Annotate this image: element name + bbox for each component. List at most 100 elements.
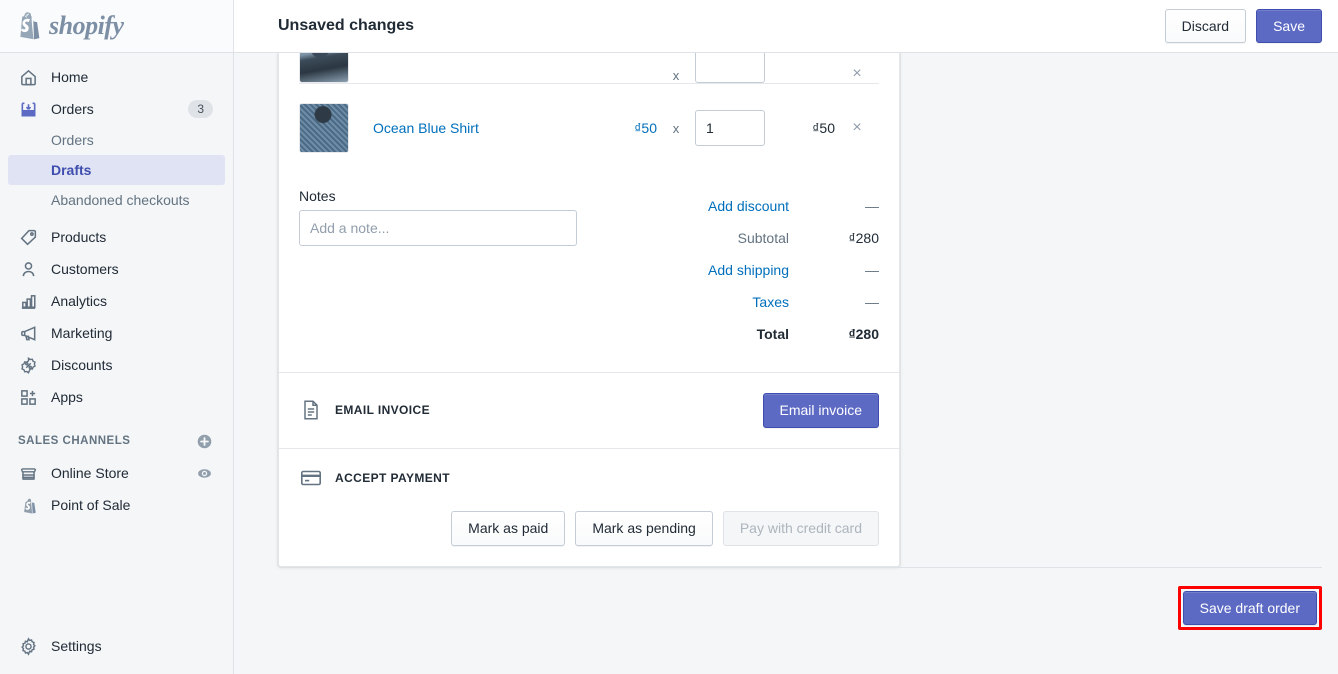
line-item-quantity-field[interactable] <box>695 53 765 83</box>
subtotal-label: Subtotal <box>737 230 789 246</box>
taxes-value: — <box>865 294 879 310</box>
line-item-multiply-symbol: x <box>672 120 680 136</box>
accept-payment-title: ACCEPT PAYMENT <box>335 470 450 485</box>
sidebar-item-orders[interactable]: Orders 3 <box>8 93 225 125</box>
notes-and-totals: Notes Add discount — Subtotal ₫280 <box>279 172 899 372</box>
totals-row-add-discount: Add discount — <box>599 190 879 222</box>
totals-row-taxes: Taxes — <box>599 286 879 318</box>
sales-channels-title: SALES CHANNELS <box>18 435 131 447</box>
sidebar-item-analytics[interactable]: Analytics <box>8 285 225 317</box>
mark-as-paid-button[interactable]: Mark as paid <box>451 510 566 546</box>
sales-channels-header: SALES CHANNELS <box>8 427 225 455</box>
content-scroll-region[interactable]: x × Ocean Blue Shirt ₫50 x 1 ₫50 × Notes… <box>234 53 1338 674</box>
shipping-value: — <box>865 262 879 278</box>
sidebar-subitem-label: Drafts <box>51 162 92 178</box>
shopify-admin-window: shopify Home Orders 3 Orders Drafts Aban… <box>0 0 1338 674</box>
totals-row-total: Total ₫280 <box>599 318 879 350</box>
email-invoice-button[interactable]: Email invoice <box>762 393 879 428</box>
taxes-link[interactable]: Taxes <box>599 294 813 310</box>
line-item-name[interactable]: Ocean Blue Shirt <box>349 120 593 136</box>
analytics-bars-icon <box>18 291 38 311</box>
contextual-save-bar: Unsaved changes Discard Save <box>234 0 1338 53</box>
sidebar-subitem-abandoned-checkouts[interactable]: Abandoned checkouts <box>8 185 225 215</box>
shopify-bag-icon <box>13 11 41 41</box>
subtotal-value: ₫280 <box>848 230 879 246</box>
sidebar-item-label: Products <box>51 229 107 245</box>
line-item-quantity-field[interactable] <box>695 110 765 146</box>
sidebar-item-products[interactable]: Products <box>8 221 225 253</box>
note-input[interactable] <box>299 210 577 246</box>
product-thumbnail <box>299 53 349 83</box>
shopify-logo[interactable]: shopify <box>13 11 124 41</box>
sidebar-item-apps[interactable]: Apps <box>8 381 225 413</box>
sidebar: shopify Home Orders 3 Orders Drafts Aban… <box>0 0 234 674</box>
close-icon[interactable]: × <box>835 119 879 137</box>
close-icon[interactable]: × <box>835 65 879 83</box>
quantity-input[interactable] <box>695 53 765 83</box>
apps-grid-icon <box>18 387 38 407</box>
sidebar-item-label: Apps <box>51 389 83 405</box>
sidebar-nav: Home Orders 3 Orders Drafts Abandoned ch… <box>0 53 233 630</box>
discounts-percent-icon <box>18 355 38 375</box>
sidebar-item-customers[interactable]: Customers <box>8 253 225 285</box>
add-discount-link[interactable]: Add discount <box>599 198 813 214</box>
sidebar-item-point-of-sale[interactable]: Point of Sale <box>8 489 225 521</box>
sidebar-item-label: Online Store <box>51 465 129 481</box>
main-area: Unsaved changes Discard Save x × Ocean B… <box>234 0 1338 674</box>
eye-icon[interactable] <box>196 465 213 482</box>
page-title: Unsaved changes <box>278 17 415 34</box>
orders-inbox-icon <box>18 99 38 119</box>
totals-row-subtotal: Subtotal ₫280 <box>599 222 879 254</box>
discount-value: — <box>865 198 879 214</box>
mark-as-pending-button[interactable]: Mark as pending <box>575 510 713 546</box>
topbar-actions: Discard Save <box>1164 8 1322 44</box>
sidebar-item-online-store[interactable]: Online Store <box>8 457 225 489</box>
products-tag-icon <box>18 227 38 247</box>
sidebar-item-label: Customers <box>51 261 119 277</box>
sidebar-item-label: Analytics <box>51 293 108 309</box>
notes-label: Notes <box>299 188 336 204</box>
line-item-multiply-symbol: x <box>672 68 680 83</box>
notes-section: Notes <box>299 188 599 350</box>
accept-payment-header: ACCEPT PAYMENT <box>299 469 879 487</box>
line-item-total: ₫50 <box>812 120 835 136</box>
product-thumbnail <box>299 103 349 153</box>
store-icon <box>18 463 38 483</box>
total-value: ₫280 <box>848 326 879 342</box>
draft-order-card: x × Ocean Blue Shirt ₫50 x 1 ₫50 × Notes… <box>278 53 900 567</box>
sidebar-item-label: Discounts <box>51 357 113 373</box>
sidebar-item-label: Orders <box>51 101 94 117</box>
table-row: Ocean Blue Shirt ₫50 x ₫50 × <box>279 84 899 172</box>
sidebar-subitem-drafts[interactable]: Drafts <box>8 155 225 185</box>
plus-circle-icon[interactable] <box>196 433 213 450</box>
save-button[interactable]: Save <box>1256 8 1322 44</box>
customers-person-icon <box>18 259 38 279</box>
sidebar-subitem-label: Abandoned checkouts <box>51 192 190 208</box>
discard-button[interactable]: Discard <box>1164 8 1247 44</box>
save-draft-order-button[interactable]: Save draft order <box>1182 590 1317 626</box>
order-totals: Add discount — Subtotal ₫280 Add shippin… <box>599 188 879 350</box>
line-item-price[interactable]: ₫50 <box>593 120 657 136</box>
sidebar-item-marketing[interactable]: Marketing <box>8 317 225 349</box>
sidebar-item-settings[interactable]: Settings <box>8 630 225 662</box>
sidebar-subitem-label: Orders <box>51 132 94 148</box>
sidebar-logo-bar: shopify <box>0 0 233 53</box>
accept-payment-buttons: Mark as paid Mark as pending Pay with cr… <box>299 510 879 546</box>
sidebar-item-label: Point of Sale <box>51 497 131 513</box>
pos-shopify-bag-icon <box>18 495 38 515</box>
marketing-megaphone-icon <box>18 323 38 343</box>
orders-count-badge: 3 <box>188 100 213 118</box>
shopify-wordmark: shopify <box>49 11 124 40</box>
quantity-input[interactable] <box>695 110 765 146</box>
home-icon <box>18 67 38 87</box>
email-invoice-section: EMAIL INVOICE Email invoice <box>279 373 899 448</box>
sidebar-subitem-orders[interactable]: Orders <box>8 125 225 155</box>
accept-payment-section: ACCEPT PAYMENT Mark as paid Mark as pend… <box>279 449 899 566</box>
add-shipping-link[interactable]: Add shipping <box>599 262 813 278</box>
pay-with-credit-card-button: Pay with credit card <box>722 510 879 546</box>
save-draft-order-highlight: Save draft order <box>1177 585 1322 631</box>
page-footer-actions: Save draft order <box>278 566 1338 631</box>
gear-icon <box>18 636 38 656</box>
sidebar-item-home[interactable]: Home <box>8 61 225 93</box>
sidebar-item-discounts[interactable]: Discounts <box>8 349 225 381</box>
